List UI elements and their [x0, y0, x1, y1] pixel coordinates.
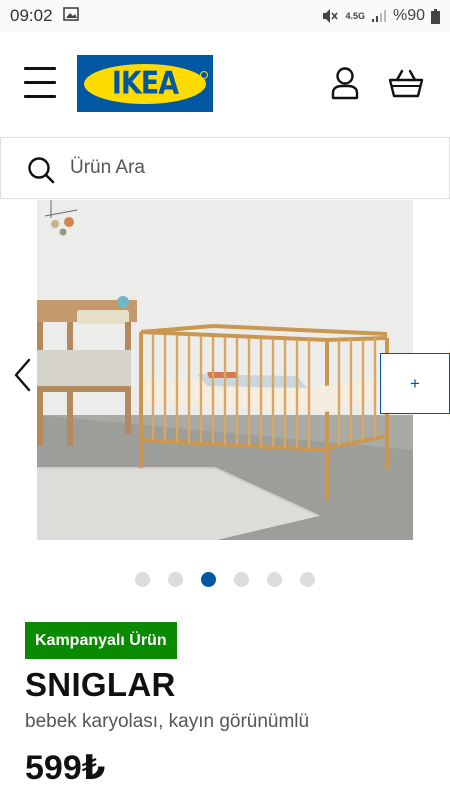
- shopping-basket-icon[interactable]: [388, 68, 424, 100]
- ikea-logo[interactable]: IKEA: [77, 55, 213, 112]
- carousel-dot[interactable]: [300, 572, 315, 587]
- carousel-prev-button[interactable]: [6, 352, 38, 398]
- status-bar: 09:02 4.5G %90: [0, 0, 450, 32]
- carousel-dot[interactable]: [234, 572, 249, 587]
- product-image-carousel: +: [0, 200, 450, 545]
- carousel-next-button[interactable]: +: [380, 353, 450, 414]
- gallery-notification-icon: [62, 6, 79, 26]
- carousel-dots: [0, 572, 450, 588]
- search-icon: [28, 157, 55, 184]
- battery-level: %90: [392, 7, 425, 24]
- mute-icon: [321, 8, 339, 24]
- product-description: bebek karyolası, kayın görünümlü: [25, 711, 310, 732]
- carousel-dot[interactable]: [267, 572, 282, 587]
- account-icon[interactable]: [330, 66, 360, 100]
- signal-icon: [371, 9, 387, 23]
- campaign-badge: Kampanyalı Ürün: [25, 622, 177, 659]
- app-header: IKEA: [0, 32, 450, 136]
- menu-icon[interactable]: [24, 65, 58, 101]
- registered-mark: [200, 71, 208, 79]
- battery-icon: [431, 8, 440, 24]
- product-image[interactable]: [37, 200, 413, 540]
- search-input[interactable]: Ürün Ara: [70, 157, 145, 179]
- status-time: 09:02: [10, 6, 53, 25]
- chevron-left-icon: [14, 358, 31, 392]
- search-bar[interactable]: Ürün Ara: [0, 137, 450, 199]
- carousel-dot[interactable]: [135, 572, 150, 587]
- carousel-dot[interactable]: [168, 572, 183, 587]
- product-name: SNIGLAR: [25, 666, 176, 703]
- carousel-dot[interactable]: [201, 572, 216, 587]
- network-type: 4.5G: [345, 10, 365, 21]
- product-price: 599₺: [25, 749, 106, 787]
- logo-text: IKEA: [111, 65, 179, 102]
